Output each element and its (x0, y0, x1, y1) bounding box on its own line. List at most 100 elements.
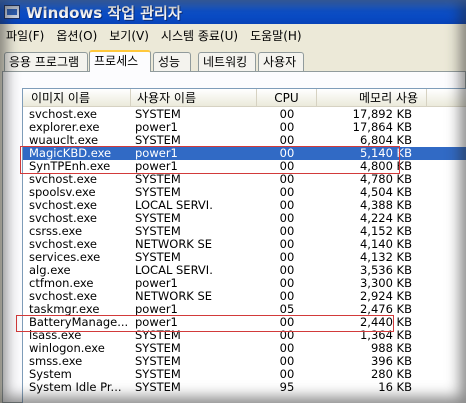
process-memory: 4,800 KB (359, 160, 412, 173)
process-row[interactable]: svchost.exe NETWORK SE... 00 4,140 KB (23, 238, 466, 251)
process-memory: 2,440 KB (359, 316, 412, 329)
process-memory: 4,132 KB (359, 251, 412, 264)
process-user: SYSTEM (135, 225, 181, 238)
process-name: csrss.exe (29, 225, 83, 238)
process-row[interactable]: MagicKBD.exe power1 00 5,140 KB (23, 147, 466, 160)
column-memory-usage[interactable]: 메모리 사용 (317, 89, 427, 107)
process-user: power1 (135, 277, 178, 290)
process-row[interactable]: svchost.exe LOCAL SERVI... 00 4,388 KB (23, 199, 466, 212)
process-name: svchost.exe (29, 199, 98, 212)
tab-strip: 응용 프로그램 프로세스 성능 네트워킹 사용자 (0, 50, 466, 72)
process-user: power1 (135, 160, 178, 173)
process-memory: 4,504 KB (359, 186, 412, 199)
process-row[interactable]: SynTPEnh.exe power1 00 4,800 KB (23, 160, 466, 173)
process-cpu: 00 (279, 199, 295, 212)
process-cpu: 00 (279, 147, 295, 160)
process-name: MagicKBD.exe (29, 147, 112, 160)
process-row[interactable]: ctfmon.exe power1 00 3,300 KB (23, 277, 466, 290)
menu-view[interactable]: 보기(V) (103, 27, 155, 44)
process-memory: 396 KB (370, 355, 412, 368)
process-user: SYSTEM (135, 355, 181, 368)
process-user: SYSTEM (135, 329, 181, 342)
process-memory: 4,140 KB (359, 238, 412, 251)
process-cpu: 00 (279, 186, 295, 199)
process-user: SYSTEM (135, 186, 181, 199)
tab-processes[interactable]: 프로세스 (89, 50, 151, 72)
process-row[interactable]: smss.exe SYSTEM 00 396 KB (23, 355, 466, 368)
process-name: System (29, 368, 72, 381)
process-row[interactable]: svchost.exe SYSTEM 00 4,224 KB (23, 212, 466, 225)
process-memory: 17,864 KB (352, 121, 412, 134)
process-memory: 5,140 KB (359, 147, 412, 160)
process-row[interactable]: svchost.exe SYSTEM 00 4,780 KB (23, 173, 466, 186)
process-row[interactable]: csrss.exe SYSTEM 00 4,152 KB (23, 225, 466, 238)
process-row[interactable]: services.exe SYSTEM 00 4,132 KB (23, 251, 466, 264)
process-user: NETWORK SE... (135, 238, 213, 251)
process-cpu: 00 (279, 342, 295, 355)
column-user-name[interactable]: 사용자 이름 (131, 89, 257, 107)
process-cpu: 00 (279, 108, 295, 121)
process-name: svchost.exe (29, 290, 98, 303)
tab-users[interactable]: 사용자 (258, 52, 304, 71)
process-cpu: 00 (279, 134, 295, 147)
process-list-header: 이미지 이름 사용자 이름 CPU 메모리 사용 (23, 89, 466, 107)
process-name: System Idle Pr... (29, 381, 122, 394)
process-memory: 2,924 KB (359, 290, 412, 303)
title-bar[interactable]: Windows 작업 관리자 (0, 0, 466, 24)
process-user: power1 (135, 147, 178, 160)
process-row[interactable]: winlogon.exe SYSTEM 00 988 KB (23, 342, 466, 355)
process-name: wuauclt.exe (29, 134, 99, 147)
process-user: SYSTEM (135, 381, 181, 394)
tab-performance[interactable]: 성능 (153, 52, 191, 71)
tab-networking[interactable]: 네트워킹 (198, 52, 256, 71)
process-user: LOCAL SERVI... (135, 199, 213, 212)
process-cpu: 00 (279, 368, 295, 381)
process-row[interactable]: explorer.exe power1 00 17,864 KB (23, 121, 466, 134)
process-row[interactable]: System Idle Pr... SYSTEM 95 16 KB (23, 381, 466, 394)
process-user: power1 (135, 121, 178, 134)
process-user: SYSTEM (135, 342, 181, 355)
process-row[interactable]: lsass.exe SYSTEM 00 1,364 KB (23, 329, 466, 342)
process-name: svchost.exe (29, 238, 98, 251)
process-memory: 4,780 KB (359, 173, 412, 186)
column-image-name[interactable]: 이미지 이름 (23, 89, 131, 107)
process-row[interactable]: System SYSTEM 00 280 KB (23, 368, 466, 381)
process-name: services.exe (29, 251, 101, 264)
process-memory: 4,388 KB (359, 199, 412, 212)
process-memory: 1,364 KB (359, 329, 412, 342)
process-cpu: 00 (279, 290, 295, 303)
process-name: svchost.exe (29, 212, 98, 225)
menu-options[interactable]: 옵션(O) (50, 27, 103, 44)
process-name: taskmgr.exe (29, 303, 100, 316)
process-user: SYSTEM (135, 134, 181, 147)
process-user: SYSTEM (135, 173, 181, 186)
process-cpu: 00 (279, 329, 295, 342)
process-cpu: 00 (279, 212, 295, 225)
process-row[interactable]: spoolsv.exe SYSTEM 00 4,504 KB (23, 186, 466, 199)
menu-help[interactable]: 도움말(H) (244, 27, 308, 44)
process-memory: 988 KB (370, 342, 412, 355)
process-memory: 3,300 KB (359, 277, 412, 290)
tab-applications[interactable]: 응용 프로그램 (4, 52, 88, 71)
process-user: SYSTEM (135, 108, 181, 121)
process-cpu: 00 (279, 251, 295, 264)
process-cpu: 05 (279, 303, 295, 316)
process-row[interactable]: BatteryManage... power1 00 2,440 KB (23, 316, 466, 329)
menu-bar: 파일(F) 옵션(O) 보기(V) 시스템 종료(U) 도움말(H) (0, 24, 466, 46)
process-row[interactable]: alg.exe LOCAL SERVI... 00 3,536 KB (23, 264, 466, 277)
process-name: explorer.exe (29, 121, 100, 134)
process-cpu: 00 (279, 264, 295, 277)
process-name: svchost.exe (29, 108, 98, 121)
process-list[interactable]: 이미지 이름 사용자 이름 CPU 메모리 사용 svchost.exe SYST… (22, 88, 466, 403)
process-cpu: 00 (279, 121, 295, 134)
menu-shutdown[interactable]: 시스템 종료(U) (155, 27, 244, 44)
process-cpu: 00 (279, 160, 295, 173)
menu-file[interactable]: 파일(F) (0, 27, 50, 44)
process-cpu: 00 (279, 238, 295, 251)
process-row[interactable]: taskmgr.exe power1 05 2,476 KB (23, 303, 466, 316)
column-cpu[interactable]: CPU (257, 89, 317, 107)
process-row[interactable]: svchost.exe NETWORK SE... 00 2,924 KB (23, 290, 466, 303)
process-row[interactable]: svchost.exe SYSTEM 00 17,892 KB (23, 108, 466, 121)
process-row[interactable]: wuauclt.exe SYSTEM 00 6,804 KB (23, 134, 466, 147)
process-memory: 2,476 KB (359, 303, 412, 316)
